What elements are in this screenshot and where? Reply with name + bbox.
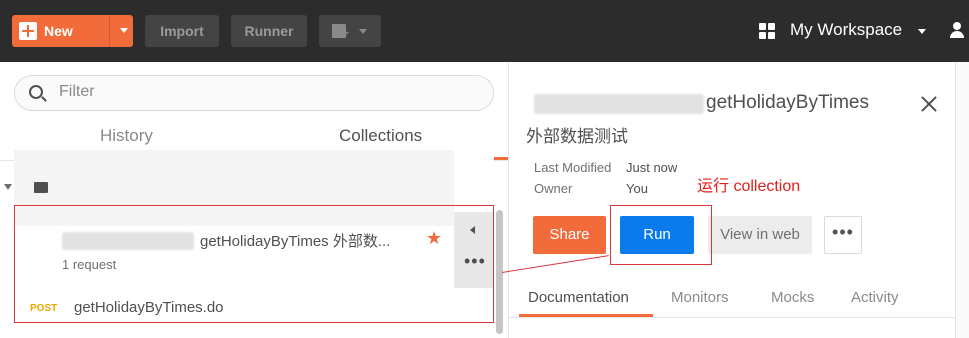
chevron-down-icon[interactable] (918, 29, 926, 34)
tab-activity[interactable]: Activity (851, 289, 899, 306)
runner-button[interactable]: Runner (231, 15, 307, 47)
panel-subtitle: 外部数据测试 (526, 127, 628, 146)
tab-divider (509, 317, 969, 318)
highlight-box-run (610, 205, 712, 265)
filter-field[interactable] (14, 75, 494, 111)
more-options-button[interactable]: ••• (824, 216, 862, 254)
new-window-icon (332, 24, 349, 39)
collection-details-panel: getHolidayByTimes 外部数据测试 Last Modified J… (508, 62, 969, 338)
meta-value-modified: Just now (626, 160, 678, 175)
new-button-label: New (44, 23, 73, 39)
close-icon[interactable] (919, 94, 939, 114)
search-icon (29, 85, 43, 99)
import-button[interactable]: Import (145, 15, 219, 47)
tab-monitors[interactable]: Monitors (671, 289, 729, 306)
invite-icon[interactable] (950, 22, 969, 40)
filter-input[interactable] (59, 83, 459, 101)
tab-mocks[interactable]: Mocks (771, 289, 814, 306)
meta-value-owner: You (626, 181, 648, 196)
workspace-selector[interactable]: My Workspace (790, 20, 902, 40)
edge-panel (955, 62, 969, 338)
new-button-divider (109, 15, 110, 47)
tab-collections[interactable]: Collections (339, 126, 422, 146)
workspace-grid-icon (759, 23, 775, 39)
view-in-web-button[interactable]: View in web (708, 216, 812, 254)
annotation-text: 运行 collection (697, 178, 801, 195)
folder-icon (34, 182, 48, 193)
chevron-down-icon[interactable] (120, 28, 128, 33)
tab-history[interactable]: History (100, 126, 153, 146)
chevron-down-icon (359, 29, 367, 34)
new-button[interactable]: New (12, 15, 133, 47)
new-window-button[interactable] (319, 15, 381, 47)
tab-documentation[interactable]: Documentation (528, 289, 629, 306)
redacted-title (534, 94, 704, 114)
panel-title: getHolidayByTimes (706, 92, 869, 113)
share-button[interactable]: Share (533, 216, 606, 254)
top-toolbar: New Import Runner My Workspace (0, 0, 969, 62)
highlight-box-collection (14, 205, 494, 323)
plus-icon (19, 22, 37, 40)
meta-label-owner: Owner (534, 181, 573, 196)
chevron-down-icon[interactable] (4, 184, 12, 190)
meta-label-modified: Last Modified (534, 160, 612, 175)
